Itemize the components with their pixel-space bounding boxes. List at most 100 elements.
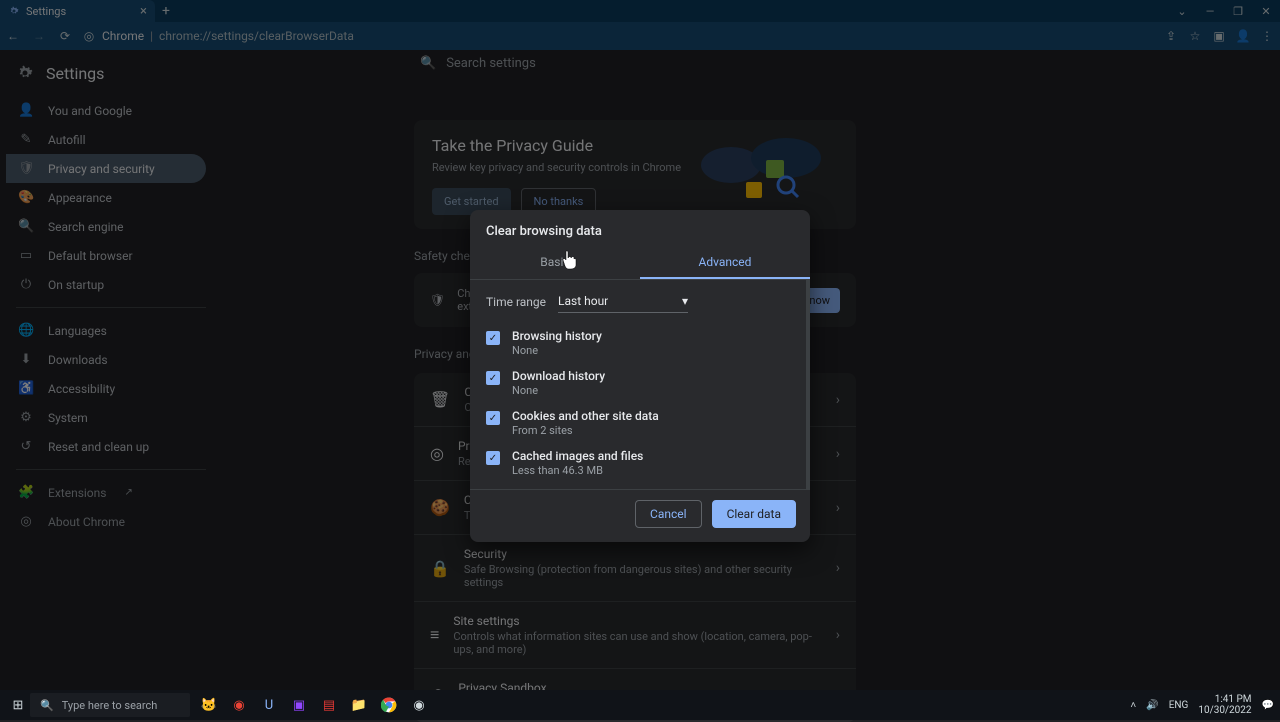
shield-icon: 🛡 <box>430 293 445 307</box>
sidebar-item-system[interactable]: ⚙System <box>6 403 206 432</box>
autofill-icon: ✎ <box>18 132 34 147</box>
menu-icon[interactable]: ⋮ <box>1260 29 1274 43</box>
settings-search[interactable]: 🔍 Search settings <box>420 56 536 71</box>
browser-icon: ▭ <box>18 248 34 263</box>
new-tab-button[interactable]: + <box>155 0 177 22</box>
settings-sidebar: 👤You and Google ✎Autofill 🛡Privacy and s… <box>6 96 206 536</box>
tray-clock[interactable]: 1:41 PM 10/30/2022 <box>1198 694 1251 716</box>
url-origin: Chrome <box>102 29 144 43</box>
download-icon: ⬇ <box>18 352 34 367</box>
time-range-select[interactable]: Last hour ▾ <box>558 290 688 313</box>
share-icon[interactable]: ⇪ <box>1164 29 1178 43</box>
checkbox[interactable]: ✓ <box>486 451 500 465</box>
checkbox[interactable]: ✓ <box>486 331 500 345</box>
reload-icon[interactable]: ⟳ <box>58 29 72 43</box>
search-icon: 🔍 <box>18 219 34 234</box>
taskbar-apps: 🐱 ◉ U ▣ ▤ 📁 ◉ <box>196 693 432 717</box>
url-field[interactable]: ◎ Chrome | chrome://settings/clearBrowse… <box>82 29 1154 43</box>
task-app-3[interactable]: U <box>256 693 282 717</box>
chevron-right-icon: › <box>836 446 840 462</box>
extensions-icon[interactable]: ▣ <box>1212 29 1226 43</box>
checkbox[interactable]: ✓ <box>486 411 500 425</box>
row-site-settings[interactable]: ≡Site settingsControls what information … <box>414 601 856 668</box>
search-icon: 🔍 <box>420 56 436 71</box>
tab-title: Settings <box>26 5 66 18</box>
profile-icon[interactable]: 👤 <box>1236 29 1250 43</box>
search-icon: 🔍 <box>40 699 54 712</box>
chevron-right-icon: › <box>836 560 840 576</box>
maximize-button[interactable]: ❐ <box>1224 0 1252 22</box>
scrollbar[interactable] <box>806 280 810 489</box>
page-title: Settings <box>46 64 104 83</box>
opt-passwords[interactable]: ✓Passwords and other sign-in dataNone <box>486 483 794 489</box>
sidebar-item-extensions[interactable]: 🧩Extensions↗ <box>6 478 206 507</box>
tune-icon: ≡ <box>430 625 439 645</box>
sidebar-item-downloads[interactable]: ⬇Downloads <box>6 345 206 374</box>
close-window-button[interactable]: ✕ <box>1252 0 1280 22</box>
chevron-down-icon[interactable]: ⌄ <box>1168 0 1196 22</box>
tab-basic[interactable]: Basic <box>470 247 640 279</box>
reset-icon: ↺ <box>18 439 34 454</box>
dialog-tabs: Basic Advanced <box>470 247 810 279</box>
checkbox[interactable]: ✓ <box>486 371 500 385</box>
chrome-icon: ◎ <box>18 514 34 529</box>
trash-icon: 🗑 <box>430 390 450 409</box>
settings-favicon-icon <box>8 5 20 17</box>
url-path: chrome://settings/clearBrowserData <box>159 29 354 43</box>
system-tray: ˄ 🔊 ENG 1:41 PM 10/30/2022 💬 <box>1130 694 1274 716</box>
taskbar-search[interactable]: 🔍 Type here to search <box>30 693 190 717</box>
tray-sound-icon[interactable]: 🔊 <box>1146 700 1158 711</box>
task-chrome-alt[interactable]: ◉ <box>406 693 432 717</box>
task-chrome[interactable] <box>376 693 402 717</box>
sidebar-item-appearance[interactable]: 🎨Appearance <box>6 183 206 212</box>
browser-tab[interactable]: Settings × <box>0 0 155 22</box>
guide-icon: ◎ <box>430 444 444 463</box>
sidebar-item-accessibility[interactable]: ♿Accessibility <box>6 374 206 403</box>
chrome-icon: ◎ <box>82 29 96 43</box>
task-app-6[interactable]: 📁 <box>346 693 372 717</box>
sidebar-item-search-engine[interactable]: 🔍Search engine <box>6 212 206 241</box>
sidebar-item-privacy[interactable]: 🛡Privacy and security <box>6 154 206 183</box>
back-icon[interactable]: ← <box>6 29 20 43</box>
settings-header: Settings <box>0 50 1280 96</box>
minimize-button[interactable]: — <box>1196 0 1224 22</box>
start-button[interactable]: ⊞ <box>6 698 30 713</box>
opt-cached[interactable]: ✓Cached images and filesLess than 46.3 M… <box>486 443 794 483</box>
tray-expand-icon[interactable]: ˄ <box>1130 700 1136 711</box>
chevron-right-icon: › <box>836 627 840 643</box>
sidebar-item-reset[interactable]: ↺Reset and clean up <box>6 432 206 461</box>
window-titlebar: Settings × + ⌄ — ❐ ✕ <box>0 0 1280 22</box>
cloud-illustration <box>686 130 846 210</box>
cursor-icon <box>562 250 578 270</box>
cookie-icon: 🍪 <box>430 498 450 517</box>
tab-advanced[interactable]: Advanced <box>640 247 810 279</box>
bookmark-icon[interactable]: ☆ <box>1188 29 1202 43</box>
cancel-button[interactable]: Cancel <box>635 500 702 528</box>
tray-notifications-icon[interactable]: 💬 <box>1262 700 1274 711</box>
task-app-5[interactable]: ▤ <box>316 693 342 717</box>
sidebar-item-on-startup[interactable]: ⏻On startup <box>6 270 206 299</box>
clear-data-button[interactable]: Clear data <box>712 500 796 528</box>
opt-browsing-history[interactable]: ✓Browsing historyNone <box>486 323 794 363</box>
opt-download-history[interactable]: ✓Download historyNone <box>486 363 794 403</box>
time-range-label: Time range <box>486 295 546 309</box>
sidebar-item-default-browser[interactable]: ▭Default browser <box>6 241 206 270</box>
globe-icon: 🌐 <box>18 323 34 338</box>
chevron-right-icon: › <box>836 392 840 408</box>
dialog-title: Clear browsing data <box>470 210 810 247</box>
sidebar-item-languages[interactable]: 🌐Languages <box>6 316 206 345</box>
gear-icon <box>14 62 36 84</box>
row-security[interactable]: 🔒SecuritySafe Browsing (protection from … <box>414 534 856 601</box>
system-icon: ⚙ <box>18 410 34 425</box>
clear-browsing-data-dialog: Clear browsing data Basic Advanced Time … <box>470 210 810 542</box>
task-app-4[interactable]: ▣ <box>286 693 312 717</box>
close-tab-icon[interactable]: × <box>140 4 147 19</box>
dropdown-icon: ▾ <box>682 294 688 308</box>
task-app-2[interactable]: ◉ <box>226 693 252 717</box>
sidebar-item-about[interactable]: ◎About Chrome <box>6 507 206 536</box>
opt-cookies[interactable]: ✓Cookies and other site dataFrom 2 sites <box>486 403 794 443</box>
sidebar-item-you-and-google[interactable]: 👤You and Google <box>6 96 206 125</box>
task-app-1[interactable]: 🐱 <box>196 693 222 717</box>
sidebar-item-autofill[interactable]: ✎Autofill <box>6 125 206 154</box>
tray-lang[interactable]: ENG <box>1169 700 1189 711</box>
